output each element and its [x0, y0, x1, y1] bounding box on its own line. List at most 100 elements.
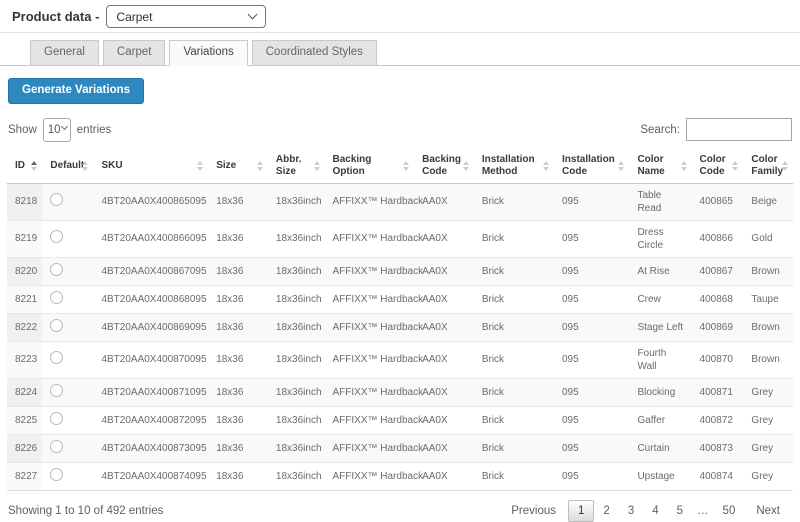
tab-coordinated-styles[interactable]: Coordinated Styles: [252, 40, 377, 67]
table-row: 82274BT20AA0X40087409518x3618x36inchAFFI…: [7, 462, 793, 490]
cell-id: 8223: [7, 341, 42, 378]
column-header-color-name[interactable]: Color Name: [629, 150, 691, 184]
cell-abbr-size: 18x36inch: [268, 220, 325, 257]
default-radio[interactable]: [50, 291, 63, 304]
cell-color-code: 400870: [692, 341, 744, 378]
cell-id: 8221: [7, 285, 42, 313]
chevron-down-icon: [248, 10, 258, 20]
sort-arrows-icon: [257, 161, 263, 171]
default-radio[interactable]: [50, 263, 63, 276]
cell-installation-code: 095: [554, 406, 629, 434]
generate-variations-button[interactable]: Generate Variations: [8, 78, 144, 104]
column-header-default[interactable]: Default: [42, 150, 93, 184]
cell-color-family: Grey: [743, 462, 793, 490]
cell-backing-option: AFFIXX™ Hardback: [325, 220, 415, 257]
column-header-backing-option[interactable]: Backing Option: [325, 150, 415, 184]
column-header-abbr-size[interactable]: Abbr. Size: [268, 150, 325, 184]
cell-color-family: Taupe: [743, 285, 793, 313]
pagination-page-3[interactable]: 3: [619, 501, 643, 521]
cell-installation-method: Brick: [474, 378, 554, 406]
page-length-value: 10: [48, 124, 61, 136]
page-length-select[interactable]: 10: [43, 118, 71, 142]
table-row: 82254BT20AA0X40087209518x3618x36inchAFFI…: [7, 406, 793, 434]
cell-color-name: Table Read: [629, 183, 691, 220]
table-row: 82234BT20AA0X40087009518x3618x36inchAFFI…: [7, 341, 793, 378]
pagination-ellipsis: …: [692, 501, 714, 521]
tab-carpet[interactable]: Carpet: [103, 40, 166, 67]
cell-abbr-size: 18x36inch: [268, 462, 325, 490]
table-row: 82184BT20AA0X40086509518x3618x36inchAFFI…: [7, 183, 793, 220]
cell-installation-method: Brick: [474, 341, 554, 378]
default-radio[interactable]: [50, 440, 63, 453]
pagination-next[interactable]: Next: [744, 501, 792, 521]
default-radio[interactable]: [50, 319, 63, 332]
cell-id: 8218: [7, 183, 42, 220]
cell-sku: 4BT20AA0X400872095: [93, 406, 208, 434]
cell-color-code: 400867: [692, 257, 744, 285]
pagination-page-1[interactable]: 1: [568, 500, 594, 522]
pagination-previous[interactable]: Previous: [499, 501, 568, 521]
column-header-backing-code[interactable]: Backing Code: [414, 150, 474, 184]
cell-color-name: Stage Left: [629, 313, 691, 341]
table-row: 82214BT20AA0X40086809518x3618x36inchAFFI…: [7, 285, 793, 313]
default-radio[interactable]: [50, 468, 63, 481]
cell-sku: 4BT20AA0X400866095: [93, 220, 208, 257]
column-header-installation-code[interactable]: Installation Code: [554, 150, 629, 184]
default-radio[interactable]: [50, 351, 63, 364]
chevron-down-icon: [61, 122, 68, 129]
tab-variations[interactable]: Variations: [169, 40, 247, 67]
sort-arrows-icon: [314, 161, 320, 171]
cell-default: [42, 341, 93, 378]
default-radio[interactable]: [50, 384, 63, 397]
pagination-page-4[interactable]: 4: [643, 501, 667, 521]
cell-color-family: Grey: [743, 406, 793, 434]
cell-installation-code: 095: [554, 285, 629, 313]
column-label: Default: [50, 160, 84, 171]
cell-abbr-size: 18x36inch: [268, 341, 325, 378]
sort-arrows-icon: [31, 161, 37, 171]
default-radio[interactable]: [50, 230, 63, 243]
column-header-size[interactable]: Size: [208, 150, 268, 184]
sort-arrows-icon: [681, 161, 687, 171]
default-radio[interactable]: [50, 193, 63, 206]
tab-general[interactable]: General: [30, 40, 99, 67]
cell-installation-method: Brick: [474, 257, 554, 285]
cell-color-name: Curtain: [629, 434, 691, 462]
table-info: Showing 1 to 10 of 492 entries: [8, 505, 163, 517]
column-label: Color Family: [751, 154, 783, 178]
cell-size: 18x36: [208, 220, 268, 257]
cell-size: 18x36: [208, 313, 268, 341]
cell-sku: 4BT20AA0X400865095: [93, 183, 208, 220]
cell-size: 18x36: [208, 434, 268, 462]
cell-installation-code: 095: [554, 462, 629, 490]
product-data-header: Product data - Carpet: [0, 0, 800, 32]
cell-abbr-size: 18x36inch: [268, 313, 325, 341]
cell-default: [42, 406, 93, 434]
pagination-page-5[interactable]: 5: [668, 501, 692, 521]
column-header-id[interactable]: ID: [7, 150, 42, 184]
pagination-page-2[interactable]: 2: [594, 501, 618, 521]
column-label: Color Code: [700, 154, 726, 178]
cell-installation-code: 095: [554, 220, 629, 257]
column-label: ID: [15, 160, 25, 171]
product-data-tabs: GeneralCarpetVariationsCoordinated Style…: [0, 32, 800, 66]
cell-size: 18x36: [208, 406, 268, 434]
cell-installation-method: Brick: [474, 462, 554, 490]
cell-color-name: Blocking: [629, 378, 691, 406]
cell-backing-code: AA0X: [414, 220, 474, 257]
column-header-color-family[interactable]: Color Family: [743, 150, 793, 184]
cell-installation-code: 095: [554, 313, 629, 341]
cell-abbr-size: 18x36inch: [268, 434, 325, 462]
product-data-select[interactable]: Carpet: [106, 5, 266, 28]
column-header-sku[interactable]: SKU: [93, 150, 208, 184]
cell-backing-code: AA0X: [414, 257, 474, 285]
column-header-color-code[interactable]: Color Code: [692, 150, 744, 184]
cell-backing-option: AFFIXX™ Hardback: [325, 257, 415, 285]
column-header-installation-method[interactable]: Installation Method: [474, 150, 554, 184]
search-input[interactable]: [686, 118, 792, 141]
cell-default: [42, 257, 93, 285]
cell-backing-option: AFFIXX™ Hardback: [325, 406, 415, 434]
product-data-label: Product data -: [12, 9, 99, 24]
pagination-page-50[interactable]: 50: [714, 501, 745, 521]
default-radio[interactable]: [50, 412, 63, 425]
